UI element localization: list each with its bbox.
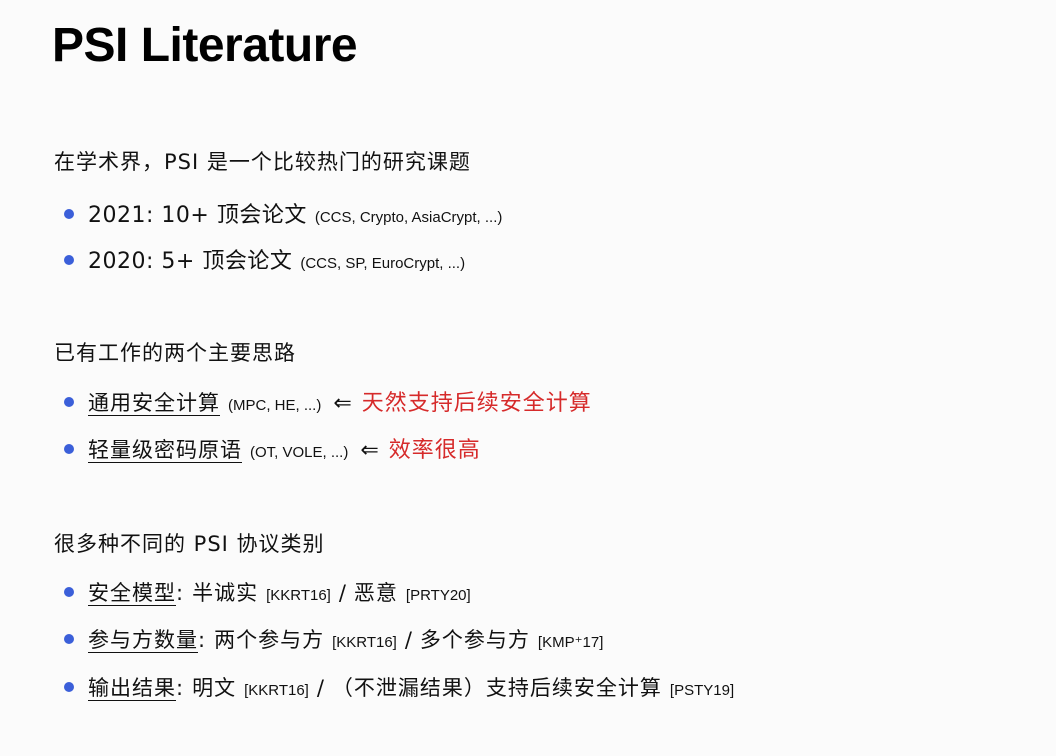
list-item: 2021: 10+ 顶会论文 (CCS, Crypto, AsiaCrypt, … — [64, 197, 502, 229]
item-option-b: 恶意 — [353, 581, 398, 605]
section-approaches-heading: 已有工作的两个主要思路 — [54, 341, 296, 365]
section-categories-heading: 很多种不同的 PSI 协议类别 — [54, 532, 325, 556]
section-academia-heading: 在学术界，PSI 是一个比较热门的研究课题 — [54, 150, 471, 174]
item-term: 参与方数量 — [88, 628, 198, 652]
item-option-b: 多个参与方 — [419, 628, 530, 652]
item-term: 安全模型 — [88, 581, 176, 605]
item-colon: : — [198, 628, 207, 652]
item-separator: / — [338, 581, 346, 605]
item-note: (OT, VOLE, ...) — [250, 444, 349, 461]
bullet-icon — [64, 255, 74, 265]
item-separator: / — [316, 676, 324, 700]
item-option-a: 两个参与方 — [214, 628, 325, 652]
item-ref-a: [KKRT16] — [332, 634, 397, 651]
list-item: 2020: 5+ 顶会论文 (CCS, SP, EuroCrypt, ...) — [64, 243, 465, 275]
bullet-icon — [64, 634, 74, 644]
list-item: 轻量级密码原语 (OT, VOLE, ...) ⇐ 效率很高 — [64, 432, 481, 464]
item-ref-a: [KKRT16] — [244, 682, 309, 699]
item-main: 2021: 10+ 顶会论文 — [88, 203, 307, 228]
item-note: (CCS, SP, EuroCrypt, ...) — [300, 255, 466, 272]
item-colon: : — [176, 676, 185, 700]
slide-title: PSI Literature — [52, 19, 358, 72]
item-colon: : — [176, 581, 185, 605]
item-comment: 效率很高 — [388, 438, 481, 463]
bullet-icon — [64, 209, 74, 219]
item-term: 轻量级密码原语 — [88, 438, 242, 462]
left-arrow-icon: ⇐ — [333, 391, 352, 416]
item-main: 2020: 5+ 顶会论文 — [88, 249, 293, 274]
item-term: 通用安全计算 — [88, 391, 220, 415]
item-note: (MPC, HE, ...) — [228, 397, 322, 414]
item-option-a: 明文 — [192, 676, 237, 700]
list-item: 通用安全计算 (MPC, HE, ...) ⇐ 天然支持后续安全计算 — [64, 385, 592, 417]
bullet-icon — [64, 587, 74, 597]
item-note: (CCS, Crypto, AsiaCrypt, ...) — [314, 209, 503, 226]
bullet-icon — [64, 397, 74, 407]
slide: PSI Literature 在学术界，PSI 是一个比较热门的研究课题 202… — [0, 0, 1056, 756]
list-item: 安全模型 : 半诚实 [KKRT16] / 恶意 [PRTY20] — [64, 577, 471, 607]
bullet-icon — [64, 682, 74, 692]
item-ref-b: [PRTY20] — [405, 587, 471, 604]
item-option-b: （不泄漏结果）支持后续安全计算 — [331, 676, 662, 700]
item-term: 输出结果 — [88, 676, 176, 700]
item-ref-b: [PSTY19] — [669, 682, 735, 699]
list-item: 参与方数量 : 两个参与方 [KKRT16] / 多个参与方 [KMP⁺17] — [64, 624, 603, 654]
item-comment: 天然支持后续安全计算 — [361, 391, 592, 416]
left-arrow-icon: ⇐ — [360, 438, 379, 463]
item-separator: / — [404, 628, 412, 652]
item-ref-b: [KMP⁺17] — [537, 634, 604, 651]
item-ref-a: [KKRT16] — [266, 587, 331, 604]
bullet-icon — [64, 444, 74, 454]
item-option-a: 半诚实 — [192, 581, 259, 605]
list-item: 输出结果 : 明文 [KKRT16] / （不泄漏结果）支持后续安全计算 [PS… — [64, 672, 734, 702]
